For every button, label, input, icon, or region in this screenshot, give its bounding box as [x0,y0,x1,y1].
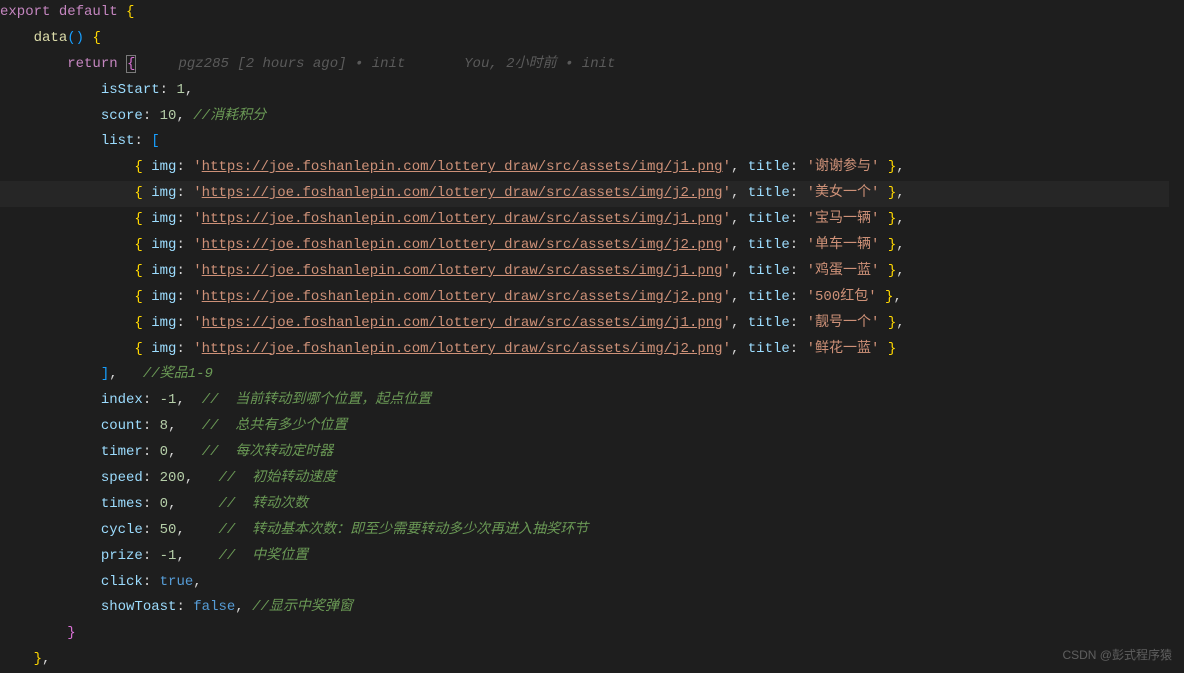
code-line: speed: 200, // 初始转动速度 [0,466,1169,492]
keyword-return: return [67,56,117,72]
code-line: export default { [0,0,1169,26]
list-item: { img: 'https://joe.foshanlepin.com/lott… [0,207,1169,233]
git-blame-inline: You, 2小时前 • init [464,56,615,72]
list-item: { img: 'https://joe.foshanlepin.com/lott… [0,181,1169,207]
method-name: data [34,30,68,46]
code-editor[interactable]: export default { data() { return { pgz28… [0,0,1184,673]
url-link[interactable]: https://joe.foshanlepin.com/lottery_draw… [202,341,723,357]
code-line: prize: -1, // 中奖位置 [0,544,1169,570]
list-item: { img: 'https://joe.foshanlepin.com/lott… [0,285,1169,311]
code-line: click: true, [0,570,1169,596]
code-line: list: [ [0,129,1169,155]
code-line: data() { [0,26,1169,52]
url-link[interactable]: https://joe.foshanlepin.com/lottery_draw… [202,211,723,227]
code-line: return { pgz285 [2 hours ago] • init You… [0,52,1169,78]
list-item: { img: 'https://joe.foshanlepin.com/lott… [0,155,1169,181]
git-blame-inline: pgz285 [2 hours ago] • init [178,56,405,72]
url-link[interactable]: https://joe.foshanlepin.com/lottery_draw… [202,263,723,279]
code-line: isStart: 1, [0,78,1169,104]
code-line: score: 10, //消耗积分 [0,104,1169,130]
list-item: { img: 'https://joe.foshanlepin.com/lott… [0,259,1169,285]
code-line: cycle: 50, // 转动基本次数：即至少需要转动多少次再进入抽奖环节 [0,518,1169,544]
keyword-default: default [59,4,118,20]
code-line: index: -1, // 当前转动到哪个位置，起点位置 [0,388,1169,414]
url-link[interactable]: https://joe.foshanlepin.com/lottery_draw… [202,159,723,175]
list-item: { img: 'https://joe.foshanlepin.com/lott… [0,311,1169,337]
url-link[interactable]: https://joe.foshanlepin.com/lottery_draw… [202,315,723,331]
code-line: count: 8, // 总共有多少个位置 [0,414,1169,440]
url-link[interactable]: https://joe.foshanlepin.com/lottery_draw… [202,289,723,305]
url-link[interactable]: https://joe.foshanlepin.com/lottery_draw… [202,185,723,201]
keyword-export: export [0,4,50,20]
code-line: }, [0,647,1169,673]
code-line: } [0,621,1169,647]
watermark: CSDN @彭式程序猿 [1062,644,1172,666]
url-link[interactable]: https://joe.foshanlepin.com/lottery_draw… [202,237,723,253]
code-line: ], //奖品1-9 [0,362,1169,388]
list-item: { img: 'https://joe.foshanlepin.com/lott… [0,233,1169,259]
code-line: times: 0, // 转动次数 [0,492,1169,518]
code-line: timer: 0, // 每次转动定时器 [0,440,1169,466]
list-item: { img: 'https://joe.foshanlepin.com/lott… [0,337,1169,363]
code-line: showToast: false, //显示中奖弹窗 [0,595,1169,621]
